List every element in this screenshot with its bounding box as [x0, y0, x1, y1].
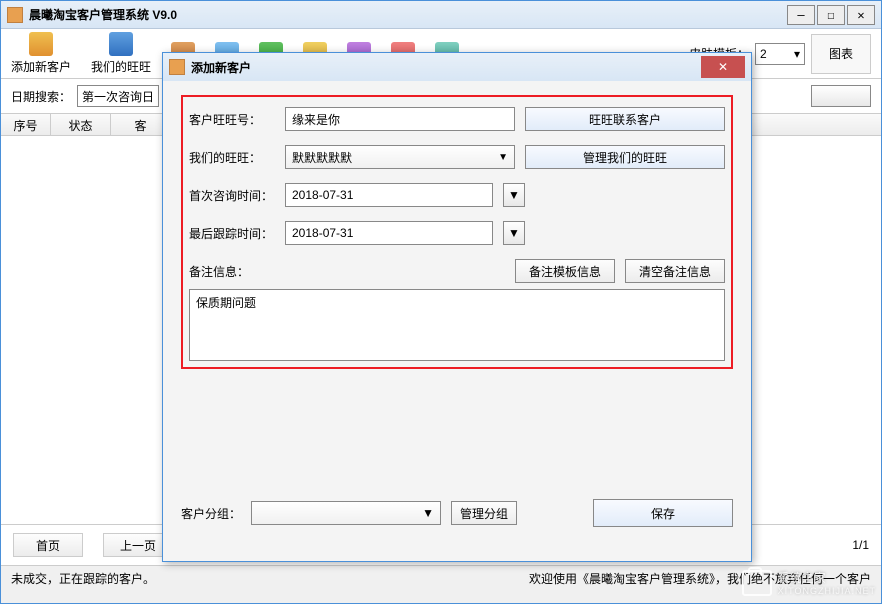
- add-customer-dialog: 添加新客户 ✕ 客户旺旺号： 旺旺联系客户 我们的旺旺： 默默默默默▼ 管理我们…: [162, 52, 752, 562]
- last-time-label: 最后跟踪时间：: [189, 225, 275, 242]
- col-status: 状态: [51, 114, 111, 135]
- remark-textarea[interactable]: 保质期问题: [189, 289, 725, 361]
- status-left: 未成交，正在跟踪的客户。: [11, 570, 155, 587]
- chevron-down-icon: ▾: [794, 47, 800, 61]
- first-time-input[interactable]: 2018-07-31: [285, 183, 493, 207]
- close-button[interactable]: ✕: [847, 5, 875, 25]
- add-customer-button[interactable]: 添加新客户: [11, 32, 71, 75]
- dialog-titlebar: 添加新客户 ✕: [163, 53, 751, 81]
- status-right: 欢迎使用《晨曦淘宝客户管理系统》，我们绝不放弃任何一个客户: [529, 570, 871, 587]
- app-title: 晨曦淘宝客户管理系统 V9.0: [29, 6, 787, 23]
- last-time-dropdown[interactable]: ▼: [503, 221, 525, 245]
- remark-template-button[interactable]: 备注模板信息: [515, 259, 615, 283]
- dialog-icon: [169, 59, 185, 75]
- manage-our-wangwang-button[interactable]: 管理我们的旺旺: [525, 145, 725, 169]
- wangwang-label: 客户旺旺号：: [189, 111, 275, 128]
- our-wangwang-button[interactable]: 我们的旺旺: [91, 32, 151, 75]
- our-wangwang-select[interactable]: 默默默默默▼: [285, 145, 515, 169]
- our-wangwang-label: 我们的旺旺：: [189, 149, 275, 166]
- minimize-button[interactable]: —: [787, 5, 815, 25]
- group-select[interactable]: ▼: [251, 501, 441, 525]
- main-titlebar: 晨曦淘宝客户管理系统 V9.0 — ☐ ✕: [1, 1, 881, 29]
- first-time-label: 首次咨询时间：: [189, 187, 275, 204]
- filter-select[interactable]: [811, 85, 871, 107]
- chevron-down-icon: ▼: [498, 152, 508, 163]
- remark-clear-button[interactable]: 清空备注信息: [625, 259, 725, 283]
- first-page-button[interactable]: 首页: [13, 533, 83, 557]
- app-icon: [7, 7, 23, 23]
- status-bar: 未成交，正在跟踪的客户。 欢迎使用《晨曦淘宝客户管理系统》，我们绝不放弃任何一个…: [1, 565, 881, 591]
- last-time-input[interactable]: 2018-07-31: [285, 221, 493, 245]
- chevron-down-icon: ▼: [422, 506, 434, 520]
- group-label: 客户分组：: [181, 505, 241, 522]
- contact-wangwang-button[interactable]: 旺旺联系客户: [525, 107, 725, 131]
- save-button[interactable]: 保存: [593, 499, 733, 527]
- highlighted-form-area: 客户旺旺号： 旺旺联系客户 我们的旺旺： 默默默默默▼ 管理我们的旺旺 首次咨询…: [181, 95, 733, 369]
- our-wangwang-icon: [109, 32, 133, 56]
- date-search-label: 日期搜索：: [11, 88, 71, 105]
- maximize-button[interactable]: ☐: [817, 5, 845, 25]
- date-type-select[interactable]: 第一次咨询日: [77, 85, 159, 107]
- first-time-dropdown[interactable]: ▼: [503, 183, 525, 207]
- dialog-title: 添加新客户: [191, 59, 701, 76]
- skin-select[interactable]: 2▾: [755, 43, 805, 65]
- dialog-close-button[interactable]: ✕: [701, 56, 745, 78]
- manage-group-button[interactable]: 管理分组: [451, 501, 517, 525]
- add-customer-icon: [29, 32, 53, 56]
- page-number: 1/1: [852, 538, 869, 552]
- remark-label: 备注信息：: [189, 263, 275, 280]
- wangwang-input[interactable]: [285, 107, 515, 131]
- col-index: 序号: [1, 114, 51, 135]
- chart-button[interactable]: 图表: [811, 34, 871, 74]
